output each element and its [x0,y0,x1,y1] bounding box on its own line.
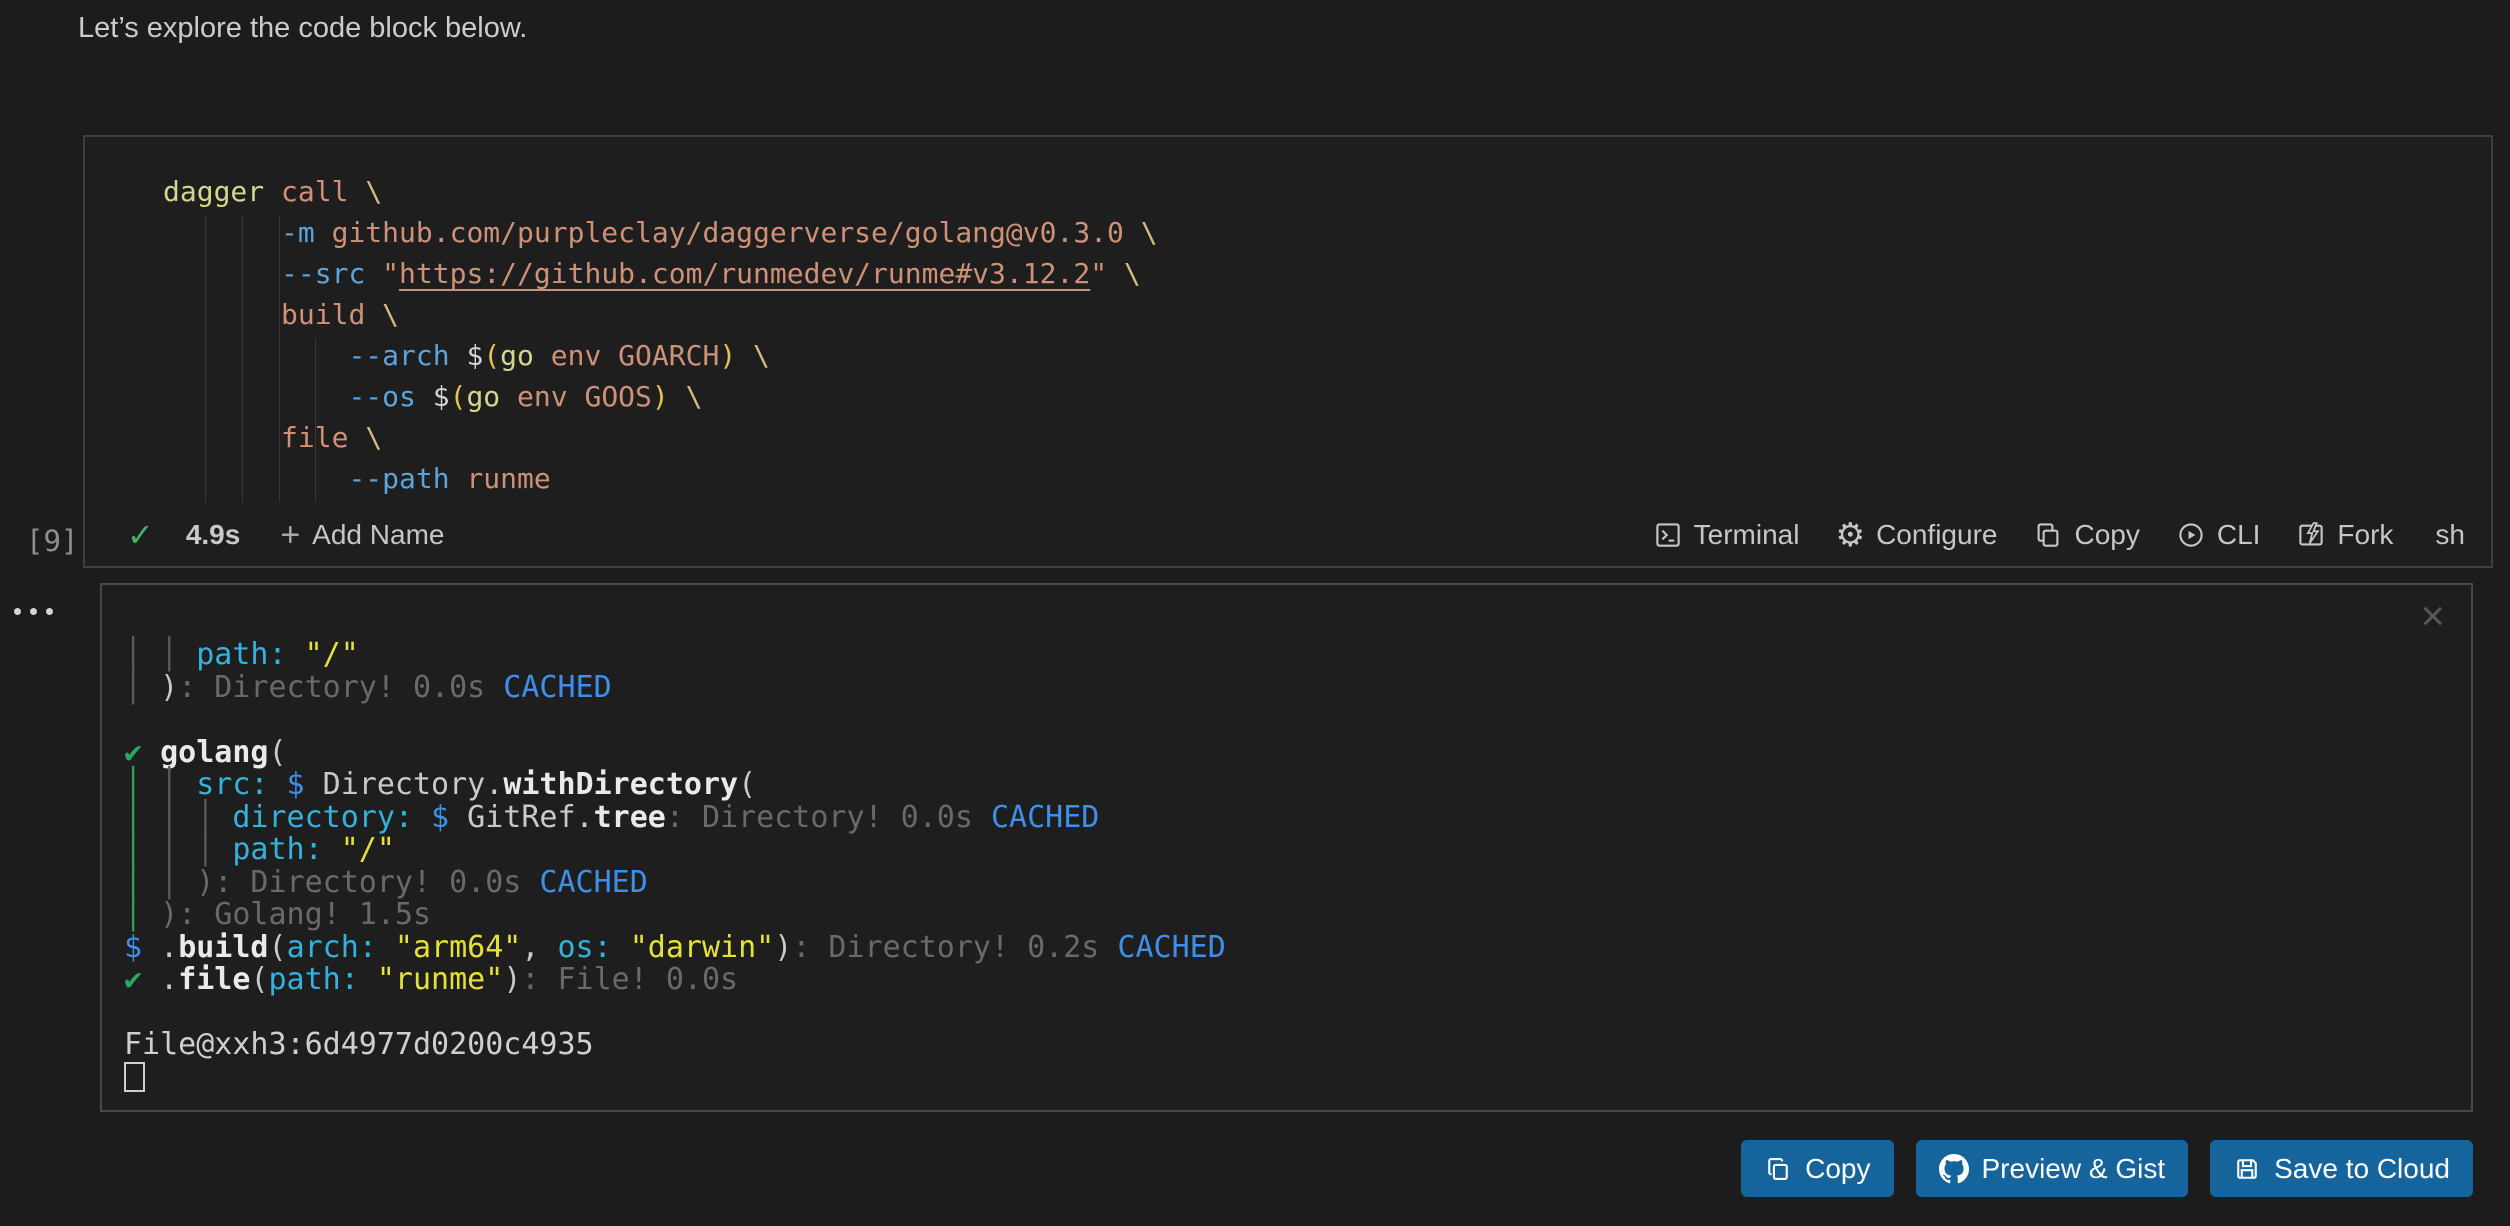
execution-duration: 4.9s [186,519,241,551]
plus-icon: + [280,516,300,555]
success-check-icon: ✓ [127,516,154,554]
output-actions: Copy Preview & Gist Save to Cloud [1741,1140,2473,1197]
gear-icon: ⚙ [1835,520,1865,550]
copy-icon [2033,520,2063,550]
execution-count: [9] [26,524,78,558]
code-editor[interactable]: dagger call \ -m github.com/purpleclay/d… [163,171,1158,499]
configure-button[interactable]: ⚙ Configure [1835,519,1997,551]
add-name-button[interactable]: Add Name [312,519,444,551]
intro-text: Let’s explore the code block below. [78,12,527,45]
play-circle-icon [2176,520,2206,550]
copy-cell-button[interactable]: Copy [2033,519,2139,551]
save-icon [2233,1155,2261,1183]
github-icon [1939,1154,1969,1184]
preview-gist-button[interactable]: Preview & Gist [1916,1140,2189,1197]
save-to-cloud-button[interactable]: Save to Cloud [2210,1140,2473,1197]
output-panel: × │ │ path: "/"│ ): Directory! 0.0s CACH… [100,583,2473,1112]
configure-label: Configure [1876,519,1997,551]
copy-label: Copy [2074,519,2139,551]
terminal-icon [1653,520,1683,550]
copy-output-label: Copy [1805,1153,1870,1185]
notebook-page: Let’s explore the code block below. [9] … [0,0,2510,1226]
language-indicator: sh [2435,519,2465,551]
close-icon[interactable]: × [2420,595,2445,637]
fork-label: Fork [2337,519,2393,551]
code-cell: dagger call \ -m github.com/purpleclay/d… [83,135,2493,568]
terminal-label: Terminal [1694,519,1800,551]
more-actions-icon[interactable] [14,608,53,615]
cell-status-bar: ✓ 4.9s + Add Name Terminal ⚙ Configure [85,504,2491,566]
preview-gist-label: Preview & Gist [1982,1153,2166,1185]
copy-output-button[interactable]: Copy [1741,1140,1893,1197]
fork-icon [2296,520,2326,550]
save-to-cloud-label: Save to Cloud [2274,1153,2450,1185]
fork-button[interactable]: Fork [2296,519,2393,551]
copy-icon [1764,1155,1792,1183]
terminal-output[interactable]: │ │ path: "/"│ ): Directory! 0.0s CACHED… [124,639,1226,1095]
cli-button[interactable]: CLI [2176,519,2261,551]
terminal-button[interactable]: Terminal [1653,519,1800,551]
cli-label: CLI [2217,519,2261,551]
